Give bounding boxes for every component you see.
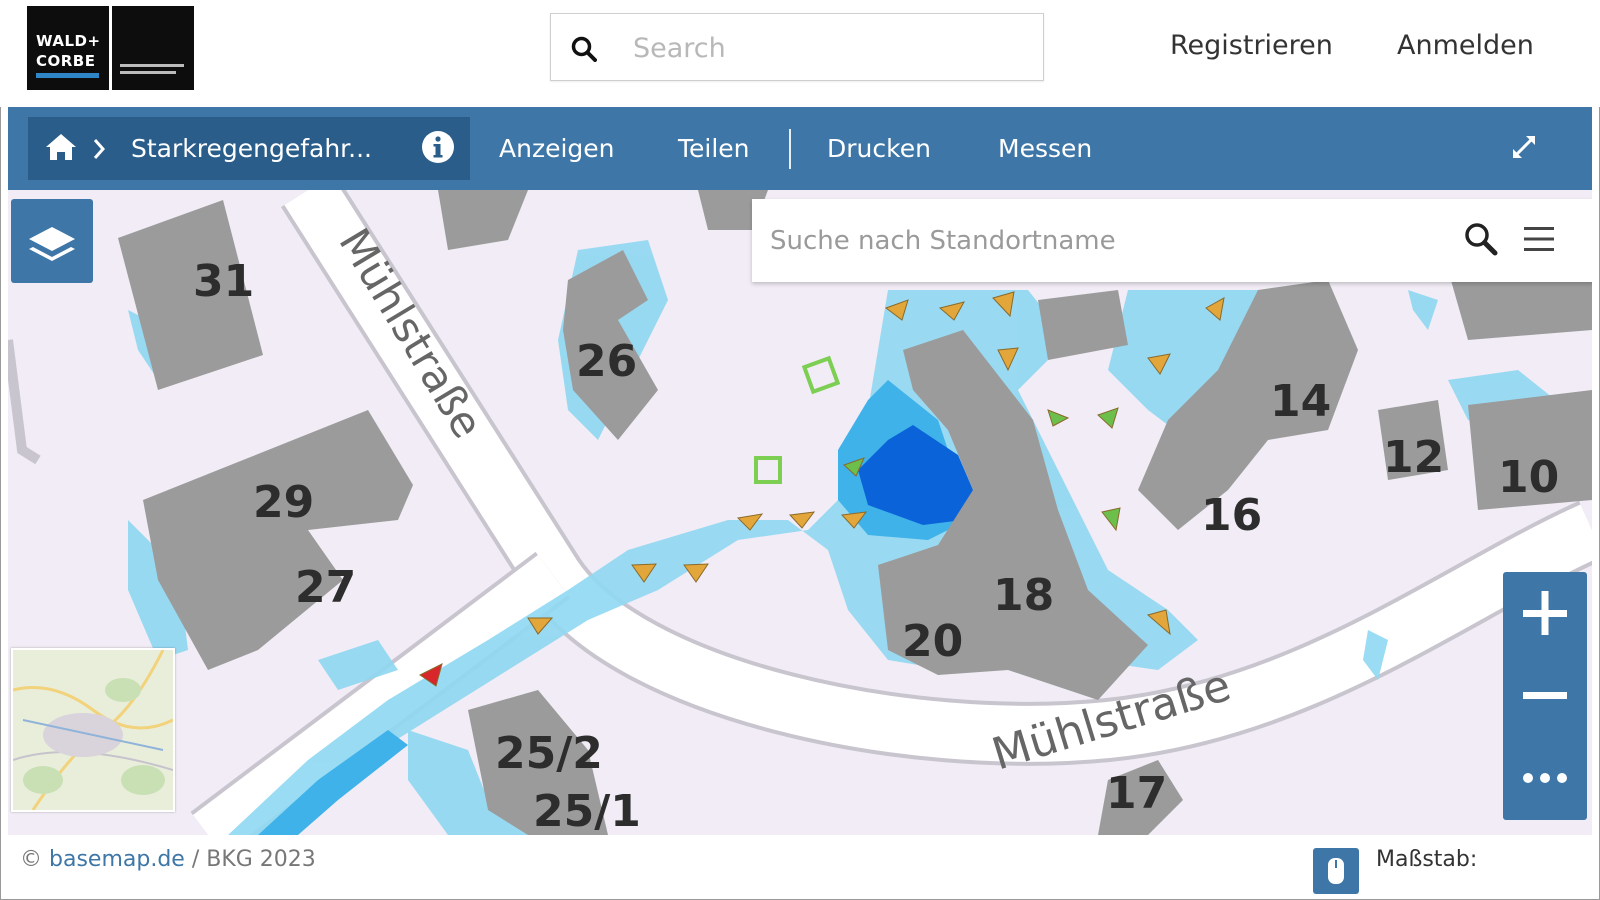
- hamburger-menu-icon[interactable]: [1522, 225, 1556, 253]
- house-number: 31: [193, 256, 254, 307]
- toolbar-divider: [789, 129, 791, 169]
- logo-bar: [36, 73, 99, 78]
- basemap-link[interactable]: basemap.de: [49, 847, 185, 872]
- zoom-in-button[interactable]: [1503, 572, 1587, 654]
- house-number: 29: [253, 477, 314, 528]
- breadcrumb: Starkregengefahr...: [28, 117, 470, 180]
- overview-map-image: [12, 649, 174, 811]
- layers-icon: [29, 227, 75, 261]
- attribution: © basemap.de / BKG 2023: [20, 847, 316, 872]
- street-label-muehlstrasse: Mühlstraße: [329, 220, 492, 446]
- flow-arrow-green: [1047, 409, 1070, 427]
- house-number: 18: [993, 570, 1054, 621]
- flow-arrow-green: [1101, 507, 1121, 532]
- mouse-icon: [1328, 858, 1344, 884]
- logo-subtitle-block: [112, 6, 194, 90]
- location-search-input[interactable]: [768, 213, 1432, 269]
- logo-line-2: CORBE: [36, 52, 96, 70]
- house-number: 27: [295, 562, 356, 613]
- plus-icon: [1523, 591, 1567, 635]
- tab-messen[interactable]: Messen: [998, 134, 1092, 163]
- attribution-source: / BKG 2023: [191, 847, 316, 872]
- house-number: 10: [1498, 452, 1559, 503]
- global-search: [550, 13, 1044, 81]
- logo-line-1: WALD+: [36, 32, 101, 50]
- register-link[interactable]: Registrieren: [1170, 30, 1333, 61]
- more-options-button[interactable]: [1503, 736, 1587, 818]
- flow-arrow-green: [1097, 407, 1119, 429]
- house-number: 26: [576, 336, 637, 387]
- site-logo[interactable]: WALD+ CORBE: [27, 6, 194, 90]
- zoom-out-button[interactable]: [1503, 654, 1587, 736]
- marker-outline: [801, 355, 841, 395]
- house-number: 17: [1106, 768, 1167, 819]
- map-canvas[interactable]: Mühlstraße Mühlstraße 31 26 29 27 14 12 …: [8, 190, 1592, 835]
- house-number: 16: [1201, 490, 1262, 541]
- building-top: [438, 190, 528, 250]
- tab-anzeigen[interactable]: Anzeigen: [499, 134, 615, 163]
- house-number: 14: [1270, 376, 1331, 427]
- layers-button[interactable]: [11, 199, 93, 283]
- minus-icon: [1523, 692, 1567, 699]
- map-toolbar: Starkregengefahr... Anzeigen Teilen Druc…: [8, 107, 1592, 190]
- zoom-controls: [1503, 572, 1587, 820]
- header: WALD+ CORBE Registrieren Anmelden: [0, 0, 1600, 107]
- chevron-right-icon: [93, 139, 106, 159]
- info-icon[interactable]: [421, 130, 455, 164]
- house-number: 12: [1383, 432, 1444, 483]
- mouse-position-button[interactable]: [1313, 848, 1359, 894]
- logo-text-line: [120, 64, 184, 67]
- fullscreen-icon[interactable]: [1510, 133, 1538, 161]
- tab-teilen[interactable]: Teilen: [678, 134, 750, 163]
- search-input[interactable]: [631, 24, 1015, 72]
- overview-minimap[interactable]: [11, 648, 175, 812]
- flow-arrow-orange: [683, 563, 709, 583]
- copyright-symbol: ©: [20, 847, 42, 872]
- footer: © basemap.de / BKG 2023 Maßstab:: [8, 835, 1592, 895]
- more-dots-icon: [1523, 773, 1567, 783]
- home-icon[interactable]: [44, 132, 78, 162]
- search-icon[interactable]: [571, 36, 597, 62]
- location-search: [752, 199, 1592, 282]
- tab-drucken[interactable]: Drucken: [827, 134, 931, 163]
- map-base-layer: Mühlstraße Mühlstraße 31 26 29 27 14 12 …: [8, 190, 1592, 835]
- house-number: 25/2: [495, 728, 603, 779]
- marker-outline: [754, 456, 782, 484]
- house-number: 25/1: [533, 786, 641, 835]
- breadcrumb-title[interactable]: Starkregengefahr...: [131, 134, 372, 163]
- scale-label: Maßstab:: [1376, 847, 1478, 872]
- login-link[interactable]: Anmelden: [1397, 30, 1534, 61]
- search-icon[interactable]: [1463, 221, 1499, 257]
- path-line: [8, 339, 41, 465]
- logo-text-line: [120, 71, 176, 74]
- logo-mark: WALD+ CORBE: [27, 6, 109, 90]
- house-number: 20: [902, 616, 963, 667]
